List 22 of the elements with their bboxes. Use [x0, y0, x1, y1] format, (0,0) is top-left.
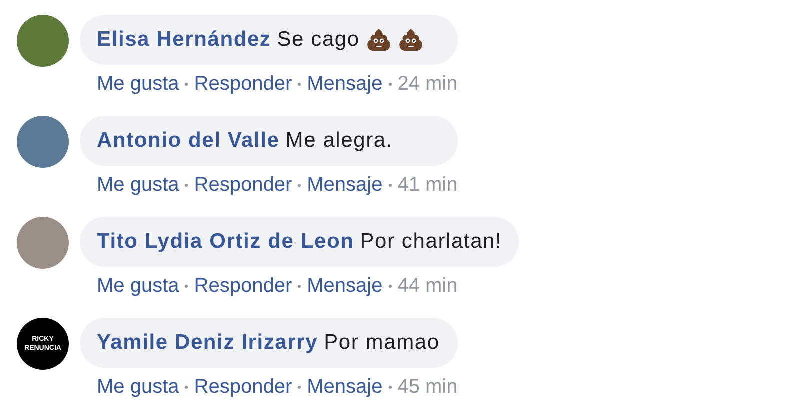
action-link[interactable]: Me gusta — [97, 170, 180, 200]
author-name-link[interactable]: Tito Lydia Ortiz de Leon — [97, 226, 354, 258]
author-name-link[interactable]: Elisa Hernández — [97, 24, 272, 56]
comment-text: Por mamao — [324, 330, 440, 356]
action-link[interactable]: Mensaje — [307, 170, 383, 200]
author-name-link[interactable]: Yamile Deniz Irizarry — [97, 327, 318, 359]
action-link[interactable]: Me gusta — [97, 69, 180, 99]
poop-emoji-icon — [366, 28, 392, 52]
action-link[interactable]: Responder — [194, 372, 292, 402]
poop-emoji-icon — [398, 28, 424, 52]
author-name-link[interactable]: Antonio del Valle — [97, 125, 280, 157]
comment-text: Me alegra. — [286, 128, 394, 154]
action-link[interactable]: Mensaje — [307, 271, 383, 301]
comment-text: Se cago — [277, 27, 360, 54]
comment-text: Por charlatan! — [360, 229, 502, 256]
action-link[interactable]: Mensaje — [307, 372, 383, 402]
action-link[interactable]: Me gusta — [97, 372, 180, 402]
action-link[interactable]: Responder — [194, 170, 292, 200]
action-link[interactable]: Responder — [194, 69, 292, 99]
action-link[interactable]: Mensaje — [307, 69, 383, 99]
action-link[interactable]: Me gusta — [97, 271, 180, 301]
action-link[interactable]: Responder — [194, 271, 292, 301]
